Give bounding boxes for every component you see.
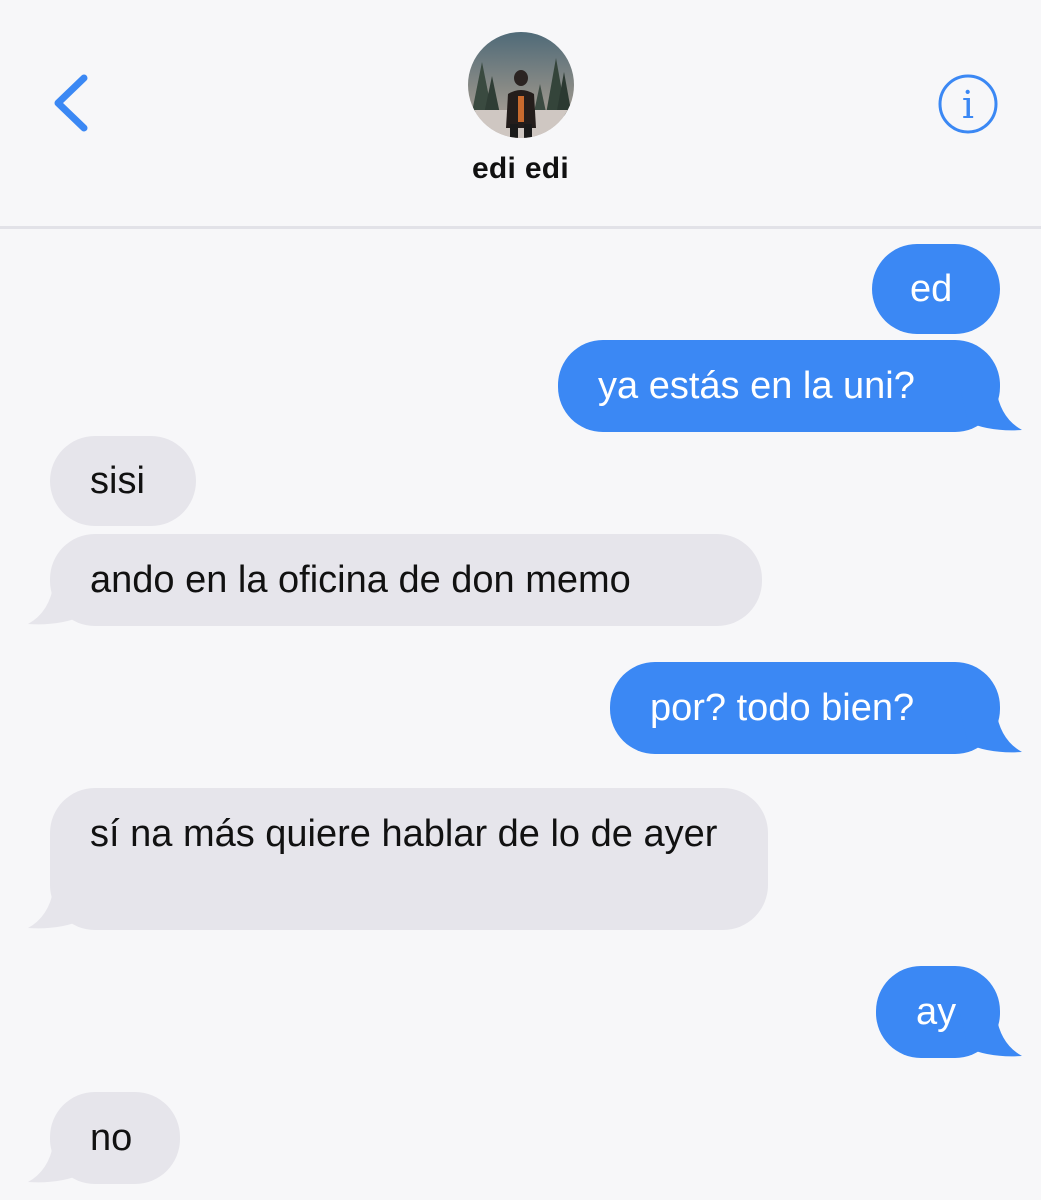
avatar-photo [468,32,574,138]
message-bubble-outgoing[interactable]: por? todo bien? [610,662,1000,754]
back-button[interactable] [44,68,104,138]
message-text: por? todo bien? [650,687,915,729]
conversation-header: edi edi i [0,0,1041,229]
message-bubble-incoming[interactable]: ando en la oficina de don memo [50,534,762,626]
bubble-tail [960,388,1022,431]
message-text: no [90,1117,133,1159]
message-bubble-outgoing[interactable]: ya estás en la uni? [558,340,1000,432]
info-glyph: i [962,83,974,127]
message-bubble-incoming[interactable]: sí na más quiere hablar de lo de ayer [50,788,768,930]
bubble-tail [960,710,1022,753]
message-text: ed [910,268,953,310]
message-text: ya estás en la uni? [598,365,915,407]
info-circle-icon: i [938,74,998,134]
contact-avatar[interactable] [468,32,574,138]
contact-name[interactable]: edi edi [0,152,1041,186]
message-text: ando en la oficina de don memo [90,559,631,601]
chevron-left-icon [54,74,88,132]
bubble-tail [960,1014,1022,1057]
chat-screen: edi edi i ed ya estás en la uni? sisi an… [0,0,1041,1200]
bubble-tail [28,886,90,929]
message-text: sisi [90,460,145,502]
message-bubble-incoming[interactable]: sisi [50,436,196,526]
bubble-tail [28,1140,90,1183]
info-button[interactable]: i [936,72,1000,136]
bubble-tail [28,582,90,625]
message-bubble-outgoing[interactable]: ed [872,244,1000,334]
message-text: sí na más quiere hablar de lo de ayer [90,813,718,855]
